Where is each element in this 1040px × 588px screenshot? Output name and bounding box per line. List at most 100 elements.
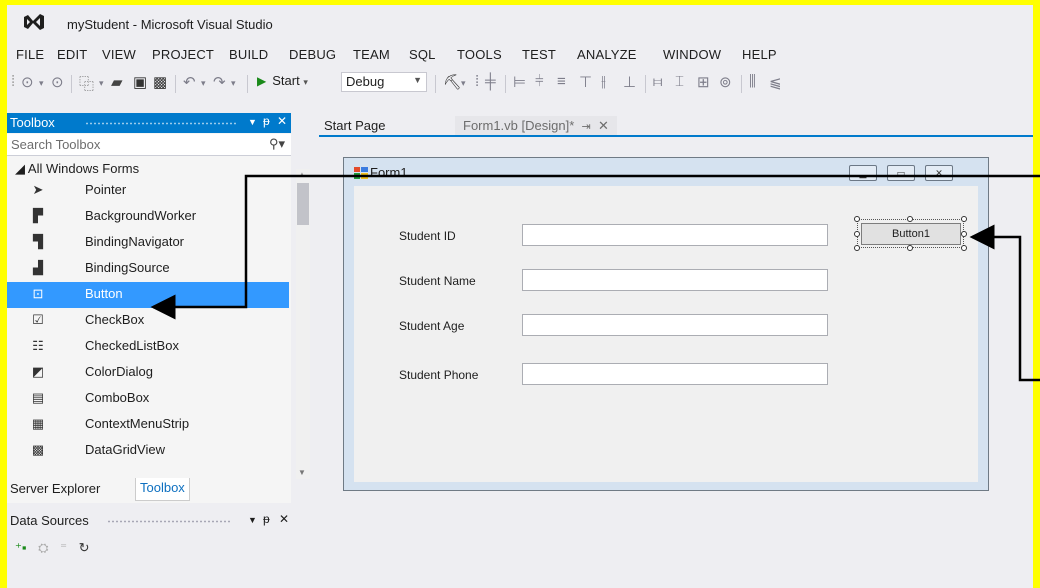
form1-window[interactable]: Form1 ▁ ▭ ✕ Student ID Student Name Stud… [343, 157, 989, 491]
configure-dataset-icon[interactable]: ⁼ [60, 540, 67, 555]
size-to-grid-icon[interactable]: ⊞ [697, 73, 710, 91]
align-lefts-icon[interactable]: ╪ [485, 73, 496, 90]
pin-icon[interactable]: ⇥ [582, 121, 591, 133]
toolbox-item-backgroundworker[interactable]: ▛ BackgroundWorker [7, 204, 291, 230]
panel-menu-icon[interactable]: ▼ [248, 117, 257, 127]
redo-dropdown-icon[interactable]: ▾ [231, 78, 236, 89]
tab-form1-design[interactable]: Form1.vb [Design]* ⇥ ✕ [455, 116, 617, 137]
vertical-spacing-icon[interactable]: ⫼ [749, 73, 756, 90]
scrollbar-thumb[interactable] [297, 183, 309, 225]
resize-handle[interactable] [854, 245, 860, 251]
button1[interactable]: Button1 [861, 223, 961, 245]
label-student-name[interactable]: Student Name [399, 274, 476, 288]
menu-tools[interactable]: TOOLS [457, 47, 502, 62]
toolbox-group-all-windows-forms[interactable]: ◢ All Windows Forms [15, 161, 139, 177]
toolbox-item-combobox[interactable]: ▤ ComboBox [7, 386, 291, 412]
toolbox-item-contextmenustrip[interactable]: ▦ ContextMenuStrip [7, 412, 291, 438]
save-icon[interactable]: ▣ [133, 73, 147, 91]
close-icon[interactable]: ✕ [598, 118, 609, 133]
add-data-source-icon[interactable]: ⁺▪ [15, 540, 26, 555]
save-all-icon[interactable]: ▩ [153, 73, 167, 91]
scroll-up-icon[interactable]: ▲ [298, 170, 306, 179]
center-horizontally-icon[interactable]: ⫹ [769, 73, 782, 91]
tab-toolbox[interactable]: Toolbox [135, 478, 190, 501]
undo-dropdown-icon[interactable]: ▾ [201, 78, 206, 89]
solution-configuration-select[interactable]: Debug ▼ [341, 72, 427, 92]
textbox-student-id[interactable] [522, 224, 828, 246]
toolbox-item-checkedlistbox[interactable]: ☷ CheckedListBox [7, 334, 291, 360]
label-student-phone[interactable]: Student Phone [399, 368, 478, 382]
menu-debug[interactable]: DEBUG [289, 47, 336, 62]
menu-project[interactable]: PROJECT [152, 47, 214, 62]
resize-handle[interactable] [961, 216, 967, 222]
form-designer-surface[interactable]: Form1 ▁ ▭ ✕ Student ID Student Name Stud… [319, 137, 1040, 588]
menu-help[interactable]: HELP [742, 47, 777, 62]
label-student-id[interactable]: Student ID [399, 229, 456, 243]
new-project-dropdown-icon[interactable]: ▾ [99, 78, 104, 89]
tab-start-page[interactable]: Start Page [324, 118, 385, 133]
form-close-icon[interactable]: ✕ [925, 165, 953, 181]
menu-window[interactable]: WINDOW [663, 47, 721, 62]
search-icon[interactable]: ⚲▾ [269, 136, 285, 152]
menu-test[interactable]: TEST [522, 47, 556, 62]
menu-edit[interactable]: EDIT [57, 47, 87, 62]
menu-analyze[interactable]: ANALYZE [577, 47, 637, 62]
form-client-area[interactable]: Student ID Student Name Student Age Stud… [354, 186, 978, 482]
align-to-grid-icon[interactable]: ⁞ [475, 73, 479, 90]
align-tops-icon[interactable]: ≡ [557, 73, 566, 90]
refresh-icon[interactable]: ↻ [79, 540, 90, 555]
make-same-height-icon[interactable]: ⧦ [653, 73, 662, 90]
menu-team[interactable]: TEAM [353, 47, 390, 62]
textbox-student-age[interactable] [522, 314, 828, 336]
open-file-icon[interactable]: ▰ [111, 73, 123, 91]
toolbox-item-colordialog[interactable]: ◩ ColorDialog [7, 360, 291, 386]
pin-icon[interactable]: ᵽ [263, 114, 270, 128]
resize-handle[interactable] [854, 216, 860, 222]
resize-handle[interactable] [961, 231, 967, 237]
toolbox-item-datagridview[interactable]: ▩ DataGridView [7, 438, 291, 464]
resize-handle[interactable] [854, 231, 860, 237]
edit-dataset-icon[interactable]: ⛭ [38, 540, 48, 555]
align-centers-icon[interactable]: ⊨ [513, 73, 526, 91]
back-dropdown-icon[interactable]: ▾ [39, 78, 44, 89]
close-icon[interactable]: ✕ [277, 114, 287, 128]
pin-icon[interactable]: ᵽ [263, 512, 270, 526]
horizontal-spacing-icon[interactable]: ⊚ [719, 73, 732, 91]
find-in-files-icon[interactable]: ⛏ [443, 73, 462, 91]
search-input[interactable]: Search Toolbox [11, 137, 100, 152]
resize-handle[interactable] [961, 245, 967, 251]
resize-handle[interactable] [907, 245, 913, 251]
panel-menu-icon[interactable]: ▼ [248, 515, 257, 525]
redo-icon[interactable]: ↷ [213, 73, 226, 91]
textbox-student-phone[interactable] [522, 363, 828, 385]
align-bottoms-icon[interactable]: ⫲ [601, 73, 606, 90]
make-same-size-icon[interactable]: ⌶ [675, 73, 684, 90]
menu-view[interactable]: VIEW [102, 47, 136, 62]
toolbar-overflow-icon[interactable]: ▾ [461, 78, 466, 89]
maximize-icon[interactable]: ▭ [887, 165, 915, 181]
toolbox-scrollbar[interactable]: ▲ ▼ [296, 169, 310, 479]
menu-file[interactable]: FILE [16, 47, 44, 62]
toolbox-item-pointer[interactable]: ➤ Pointer [7, 178, 291, 204]
start-button[interactable]: ▶ Start ▾ [257, 73, 308, 88]
new-project-icon[interactable]: ⿻ [79, 73, 94, 94]
menu-sql[interactable]: SQL [409, 47, 436, 62]
close-icon[interactable]: ✕ [279, 512, 289, 526]
scroll-down-icon[interactable]: ▼ [298, 468, 306, 477]
make-same-width-icon[interactable]: ⊥ [623, 73, 636, 91]
menu-build[interactable]: BUILD [229, 47, 268, 62]
textbox-student-name[interactable] [522, 269, 828, 291]
label-student-age[interactable]: Student Age [399, 319, 464, 333]
toolbox-item-button[interactable]: ⊡ Button [7, 282, 289, 308]
align-rights-icon[interactable]: ⫩ [535, 73, 544, 90]
minimize-icon[interactable]: ▁ [849, 165, 877, 181]
toolbox-item-bindingnavigator[interactable]: ▜ BindingNavigator [7, 230, 291, 256]
toolbox-item-bindingsource[interactable]: ▟ BindingSource [7, 256, 291, 282]
navigate-forward-icon[interactable]: ⊙ [51, 73, 64, 91]
navigate-back-icon[interactable]: ⊙ [21, 73, 34, 91]
toolbox-search[interactable]: Search Toolbox ⚲▾ [7, 134, 291, 156]
undo-icon[interactable]: ↶ [183, 73, 196, 91]
tab-server-explorer[interactable]: Server Explorer [10, 481, 100, 496]
align-middles-icon[interactable]: ⊤ [579, 73, 592, 91]
resize-handle[interactable] [907, 216, 913, 222]
